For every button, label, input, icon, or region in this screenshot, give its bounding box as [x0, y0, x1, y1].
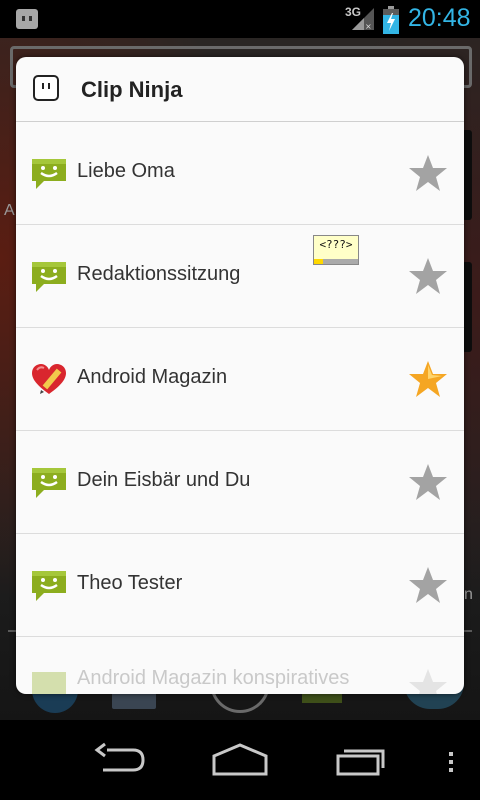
navigation-bar — [0, 720, 480, 800]
notification-icon — [16, 9, 38, 29]
star-empty-icon[interactable] — [408, 667, 448, 694]
item-label: Dein Eisbär und Du — [77, 469, 251, 491]
item-label: Android Magazin konspiratives — [77, 667, 350, 689]
clip-list: Liebe Oma Redaktionssitzung Android Maga… — [16, 122, 464, 694]
star-empty-icon[interactable] — [408, 256, 448, 296]
home-icon[interactable] — [211, 742, 269, 778]
dialog-title: Clip Ninja — [81, 77, 183, 102]
clock: 20:48 — [408, 4, 471, 32]
sms-icon — [32, 262, 66, 292]
star-empty-icon[interactable] — [408, 462, 448, 502]
item-label: Redaktionssitzung — [77, 263, 241, 285]
tooltip-progress-fill — [314, 259, 323, 264]
back-icon[interactable] — [93, 742, 147, 778]
star-empty-icon[interactable] — [408, 153, 448, 193]
list-item[interactable]: Android Magazin — [16, 328, 464, 431]
sms-icon — [32, 672, 66, 694]
list-item[interactable]: Liebe Oma — [16, 122, 464, 225]
star-empty-icon[interactable] — [408, 565, 448, 605]
list-item[interactable]: Android Magazin konspiratives — [16, 637, 464, 694]
dialog-header: Clip Ninja — [16, 57, 464, 122]
debug-tooltip: <???> — [313, 235, 359, 265]
list-item[interactable]: Redaktionssitzung — [16, 225, 464, 328]
sms-icon — [32, 159, 66, 189]
item-label: Theo Tester — [77, 572, 183, 594]
battery-charging-icon — [383, 6, 399, 34]
heart-pencil-icon — [32, 364, 66, 394]
sms-icon — [32, 571, 66, 601]
item-label: Liebe Oma — [77, 160, 175, 182]
clip-ninja-dialog: Clip Ninja Liebe Oma Redaktionssitzung A… — [16, 57, 464, 694]
tooltip-text: <???> — [319, 238, 353, 251]
menu-icon[interactable] — [446, 742, 456, 778]
app-icon — [33, 75, 59, 101]
list-item[interactable]: Dein Eisbär und Du — [16, 431, 464, 534]
signal-icon: × — [352, 8, 374, 30]
svg-text:×: × — [365, 22, 372, 30]
star-filled-icon[interactable] — [408, 359, 448, 399]
status-bar: 3G × 20:48 — [0, 0, 480, 38]
recent-apps-icon[interactable] — [334, 742, 388, 778]
item-label: Android Magazin — [77, 366, 228, 388]
background-text: n — [464, 586, 473, 603]
list-item[interactable]: Theo Tester — [16, 534, 464, 637]
tooltip-progress-bar — [314, 259, 358, 264]
sms-icon — [32, 468, 66, 498]
background-text: A — [4, 202, 15, 219]
